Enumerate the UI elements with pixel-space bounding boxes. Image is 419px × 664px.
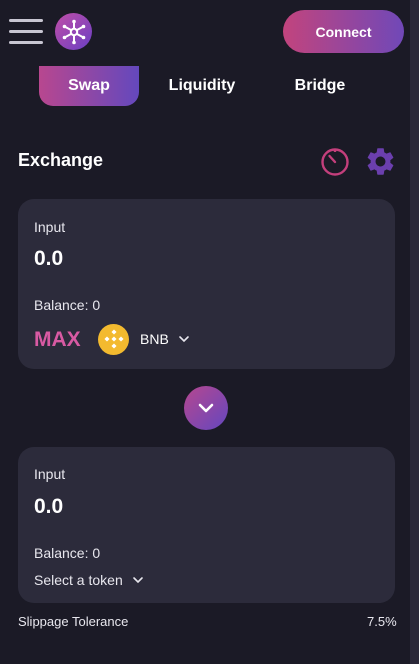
tab-bar: Swap Liquidity Bridge [0, 66, 410, 108]
gear-glyph [367, 148, 394, 175]
output-card: Input 0.0 Balance: 0 Select a token [18, 447, 395, 603]
slippage-label: Slippage Tolerance [18, 614, 129, 629]
history-glyph [321, 148, 349, 176]
connect-button[interactable]: Connect [283, 10, 404, 53]
switch-direction-button[interactable] [184, 386, 228, 430]
menu-line [9, 30, 43, 33]
output-balance: Balance: 0 [34, 545, 101, 561]
history-timer-icon[interactable] [320, 147, 350, 177]
bnb-glyph [103, 329, 124, 349]
swap-app: Connect Swap Liquidity Bridge Exchange I… [0, 0, 419, 664]
hamburger-menu-icon[interactable] [9, 17, 43, 47]
chevron-down-icon [178, 336, 189, 343]
tab-swap[interactable]: Swap [39, 66, 139, 106]
input-amount-field[interactable]: 0.0 [34, 247, 63, 271]
select-token-label: Select a token [34, 572, 123, 588]
output-amount-field[interactable]: 0.0 [34, 495, 63, 519]
input-card: Input 0.0 Balance: 0 MAX BNB [18, 199, 395, 369]
tab-bridge[interactable]: Bridge [270, 66, 370, 106]
token-symbol: BNB [140, 331, 169, 347]
exchange-title: Exchange [18, 150, 104, 170]
menu-line [9, 41, 43, 44]
gear-icon[interactable] [364, 145, 397, 178]
chevron-down-icon [198, 403, 214, 413]
logo-glyph [62, 19, 85, 44]
output-label: Input [34, 466, 66, 482]
tab-liquidity[interactable]: Liquidity [152, 66, 252, 106]
input-label: Input [34, 219, 66, 235]
input-balance: Balance: 0 [34, 297, 101, 313]
bnb-token-icon [98, 323, 129, 355]
token-select-bnb[interactable]: BNB [98, 323, 190, 355]
slippage-value: 7.5% [367, 614, 397, 629]
select-token-dropdown[interactable]: Select a token [34, 572, 144, 588]
max-button[interactable]: MAX [34, 328, 81, 352]
menu-line [9, 19, 43, 22]
scrollbar-track[interactable] [410, 0, 419, 664]
chevron-down-icon [132, 577, 143, 584]
app-logo-icon[interactable] [55, 13, 92, 50]
top-header: Connect [0, 0, 410, 66]
